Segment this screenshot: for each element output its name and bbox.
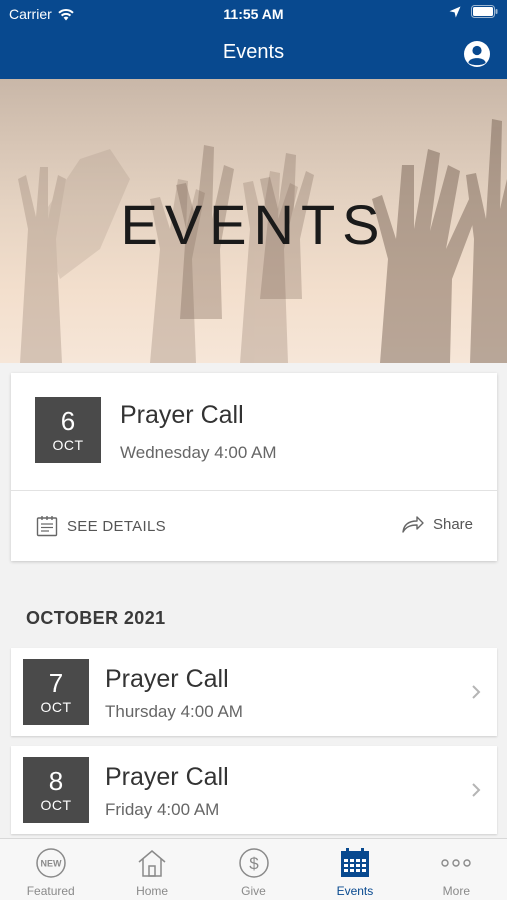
tab-home-label: Home <box>136 884 169 898</box>
share-arrow-icon <box>402 516 424 533</box>
svg-text:$: $ <box>249 854 259 873</box>
chevron-right-icon <box>472 783 481 797</box>
event-title: Prayer Call <box>105 665 229 693</box>
battery-icon <box>471 5 498 18</box>
tab-events[interactable]: Events <box>304 839 405 900</box>
month-section-header: OCTOBER 2021 <box>26 608 166 628</box>
user-circle-icon[interactable] <box>463 40 491 68</box>
tab-give[interactable]: $ Give <box>203 839 304 900</box>
event-time: Wednesday 4:00 AM <box>120 443 277 462</box>
event-date-box: 6 OCT <box>35 397 101 463</box>
events-hero-banner: EVENTS <box>0 79 507 363</box>
event-month: OCT <box>40 699 72 715</box>
event-time: Thursday 4:00 AM <box>105 702 243 721</box>
new-badge-icon: NEW <box>35 848 66 878</box>
location-arrow-icon <box>449 6 461 17</box>
status-indicators <box>449 5 498 18</box>
tab-home[interactable]: Home <box>101 839 202 900</box>
dollar-coin-icon: $ <box>238 848 269 878</box>
bottom-tab-bar: NEW Featured Home $ Give Events More <box>0 838 507 900</box>
status-bar: Carrier 11:55 AM <box>0 0 507 28</box>
share-button[interactable]: Share <box>401 514 473 534</box>
top-bar: Carrier 11:55 AM Events <box>0 0 507 79</box>
event-day: 7 <box>48 668 64 698</box>
featured-event-card[interactable]: 6 OCT Prayer Call Wednesday 4:00 AM SEE … <box>11 373 497 561</box>
see-details-button[interactable]: SEE DETAILS <box>35 514 166 538</box>
event-title: Prayer Call <box>120 401 244 429</box>
event-date-box: 7 OCT <box>23 659 89 725</box>
event-month: OCT <box>40 797 72 813</box>
event-time: Friday 4:00 AM <box>105 800 220 819</box>
tab-events-label: Events <box>336 884 374 898</box>
more-dots-icon <box>441 859 472 867</box>
tab-more[interactable]: More <box>406 839 507 900</box>
calendar-details-icon <box>36 516 58 537</box>
event-date-box: 8 OCT <box>23 757 89 823</box>
event-list-item[interactable]: 7 OCT Prayer Call Thursday 4:00 AM <box>11 648 497 736</box>
new-badge-text: NEW <box>40 859 62 869</box>
tab-give-label: Give <box>241 884 266 898</box>
event-day: 6 <box>60 406 76 436</box>
tab-featured[interactable]: NEW Featured <box>0 839 101 900</box>
tab-more-label: More <box>442 884 470 898</box>
card-divider <box>11 490 497 491</box>
event-month: OCT <box>52 437 84 453</box>
home-icon <box>138 850 166 877</box>
event-title: Prayer Call <box>105 763 229 791</box>
event-day: 8 <box>48 766 64 796</box>
status-time: 11:55 AM <box>223 6 284 22</box>
calendar-icon <box>340 848 369 877</box>
hero-title: EVENTS <box>120 193 387 256</box>
see-details-label: SEE DETAILS <box>67 517 166 535</box>
share-label: Share <box>432 515 473 533</box>
chevron-right-icon <box>472 685 481 699</box>
page-title: Events <box>222 41 285 63</box>
tab-featured-label: Featured <box>26 884 75 898</box>
event-list-item[interactable]: 8 OCT Prayer Call Friday 4:00 AM <box>11 746 497 834</box>
